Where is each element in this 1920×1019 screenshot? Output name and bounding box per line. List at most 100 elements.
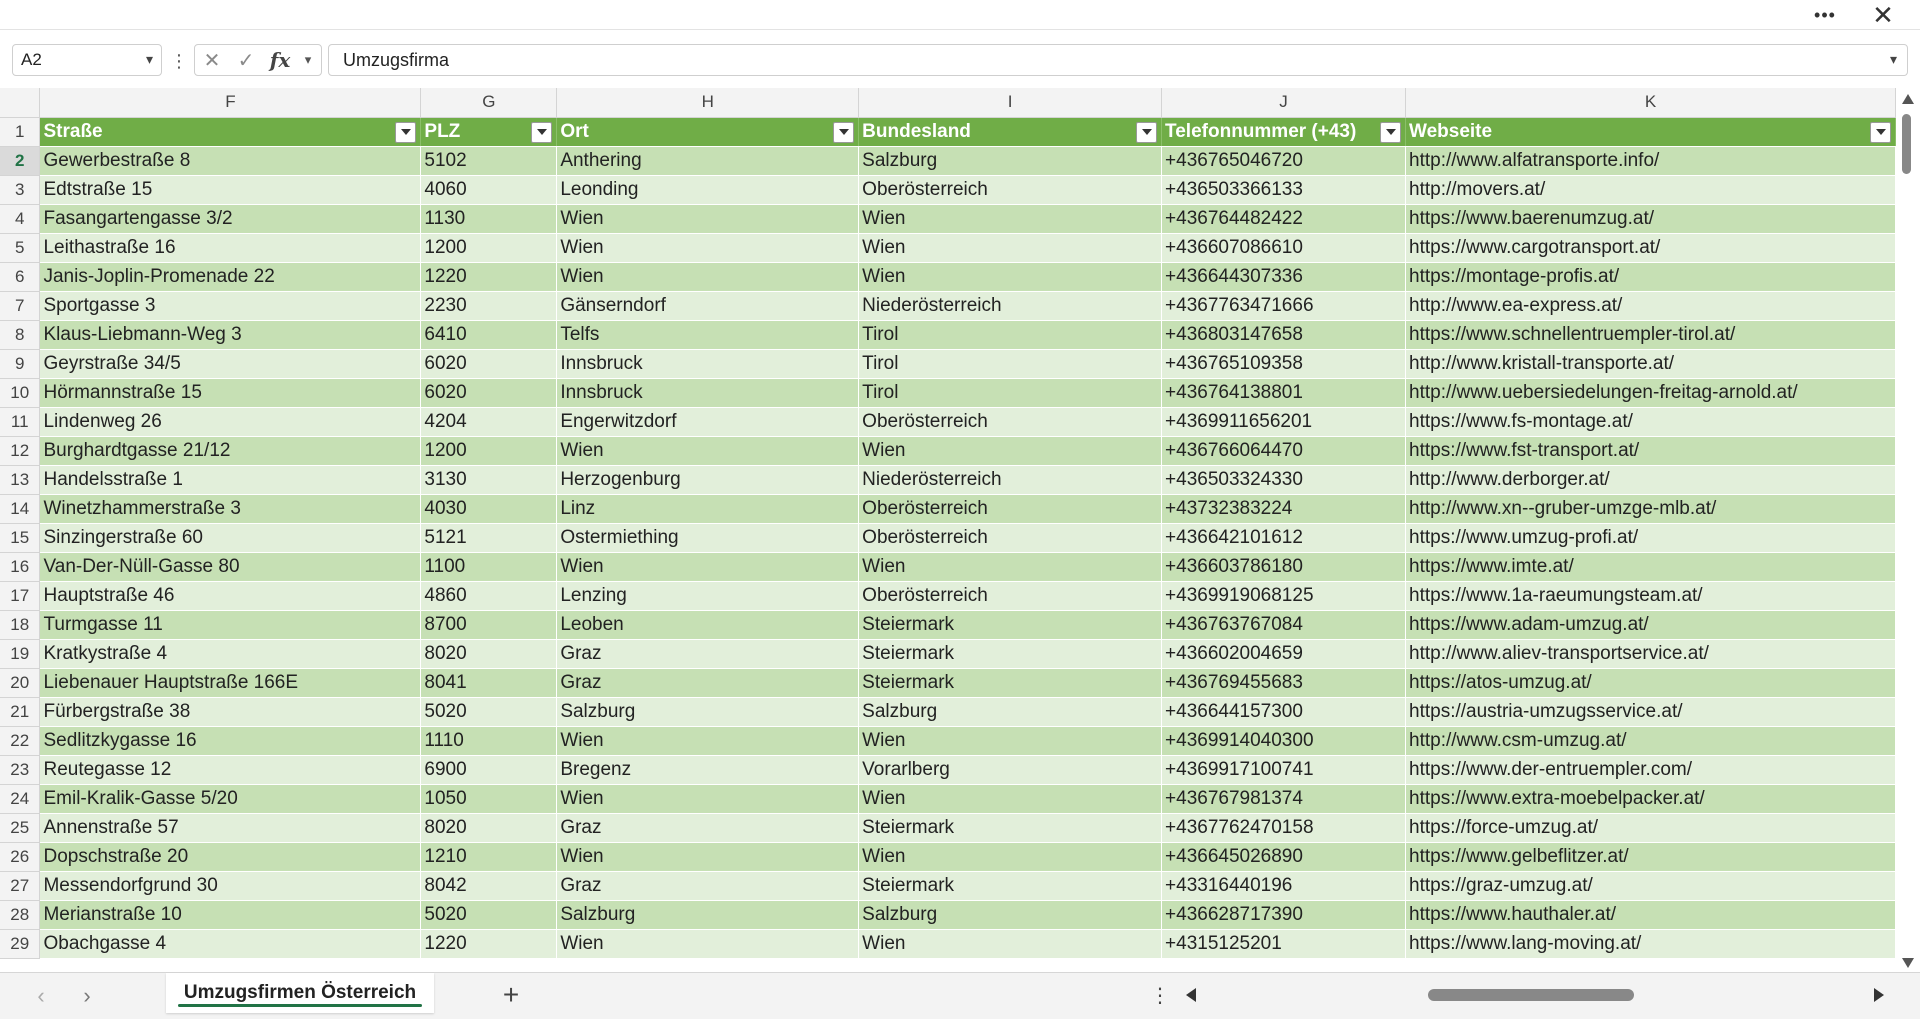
scroll-left-icon[interactable] bbox=[1186, 988, 1196, 1002]
row-number[interactable]: 28 bbox=[0, 900, 41, 930]
table-cell[interactable]: Wien bbox=[858, 784, 1163, 814]
table-cell[interactable]: Wien bbox=[556, 436, 860, 466]
table-cell[interactable]: Wien bbox=[556, 204, 860, 234]
table-cell[interactable]: Messendorfgrund 30 bbox=[39, 871, 422, 901]
table-cell[interactable]: https://www.umzug-profi.at/ bbox=[1405, 523, 1896, 553]
row-number[interactable]: 14 bbox=[0, 494, 41, 524]
table-cell[interactable]: +436628717390 bbox=[1161, 900, 1406, 930]
table-cell[interactable]: https://www.fs-montage.at/ bbox=[1405, 407, 1896, 437]
table-cell[interactable]: +436644157300 bbox=[1161, 697, 1406, 727]
table-cell[interactable]: 1220 bbox=[420, 262, 558, 292]
table-cell[interactable]: Hörmannstraße 15 bbox=[39, 378, 422, 408]
table-cell[interactable]: 1200 bbox=[420, 233, 558, 263]
table-cell[interactable]: https://atos-umzug.at/ bbox=[1405, 668, 1896, 698]
table-cell[interactable]: https://www.der-entruempler.com/ bbox=[1405, 755, 1896, 785]
table-cell[interactable]: 8042 bbox=[420, 871, 558, 901]
table-cell[interactable]: http://www.kristall-transporte.at/ bbox=[1405, 349, 1896, 379]
scroll-down-icon[interactable] bbox=[1902, 958, 1914, 968]
table-cell[interactable]: +436766064470 bbox=[1161, 436, 1406, 466]
row-number[interactable]: 15 bbox=[0, 523, 41, 553]
table-cell[interactable]: +436803147658 bbox=[1161, 320, 1406, 350]
row-number[interactable]: 1 bbox=[0, 117, 41, 147]
row-number[interactable]: 17 bbox=[0, 581, 41, 611]
add-sheet-icon[interactable]: + bbox=[496, 979, 526, 1011]
column-header[interactable]: G bbox=[420, 88, 558, 118]
table-cell[interactable]: Oberösterreich bbox=[858, 407, 1163, 437]
table-cell[interactable]: +436607086610 bbox=[1161, 233, 1406, 263]
table-cell[interactable]: Ostermiething bbox=[556, 523, 860, 553]
table-cell[interactable]: https://www.imte.at/ bbox=[1405, 552, 1896, 582]
table-cell[interactable]: Janis-Joplin-Promenade 22 bbox=[39, 262, 422, 292]
table-cell[interactable]: Annenstraße 57 bbox=[39, 813, 422, 843]
column-header[interactable]: H bbox=[556, 88, 860, 118]
table-cell[interactable]: 5102 bbox=[420, 146, 558, 176]
table-cell[interactable]: 1100 bbox=[420, 552, 558, 582]
column-header[interactable]: J bbox=[1161, 88, 1406, 118]
table-cell[interactable]: Sportgasse 3 bbox=[39, 291, 422, 321]
table-cell[interactable]: +436763767084 bbox=[1161, 610, 1406, 640]
table-header-cell[interactable]: PLZ bbox=[420, 117, 558, 147]
table-cell[interactable]: https://www.fst-transport.at/ bbox=[1405, 436, 1896, 466]
table-cell[interactable]: 8700 bbox=[420, 610, 558, 640]
table-cell[interactable]: https://www.extra-moebelpacker.at/ bbox=[1405, 784, 1896, 814]
table-cell[interactable]: Wien bbox=[556, 262, 860, 292]
table-cell[interactable]: 6900 bbox=[420, 755, 558, 785]
table-cell[interactable]: Liebenauer Hauptstraße 166E bbox=[39, 668, 422, 698]
table-header-cell[interactable]: Straße bbox=[39, 117, 422, 147]
table-header-cell[interactable]: Bundesland bbox=[858, 117, 1163, 147]
table-cell[interactable]: Steiermark bbox=[858, 639, 1163, 669]
vertical-dots-icon[interactable]: ⋮ bbox=[1150, 983, 1170, 1008]
table-cell[interactable]: Tirol bbox=[858, 320, 1163, 350]
table-header-cell[interactable]: Ort bbox=[556, 117, 860, 147]
table-cell[interactable]: 5121 bbox=[420, 523, 558, 553]
row-number[interactable]: 10 bbox=[0, 378, 41, 408]
table-cell[interactable]: +4315125201 bbox=[1161, 929, 1406, 959]
table-cell[interactable]: http://www.aliev-transportservice.at/ bbox=[1405, 639, 1896, 669]
row-number[interactable]: 18 bbox=[0, 610, 41, 640]
table-cell[interactable]: Geyrstraße 34/5 bbox=[39, 349, 422, 379]
table-cell[interactable]: Klaus-Liebmann-Weg 3 bbox=[39, 320, 422, 350]
table-cell[interactable]: Fasangartengasse 3/2 bbox=[39, 204, 422, 234]
table-cell[interactable]: 6410 bbox=[420, 320, 558, 350]
vertical-scrollbar[interactable] bbox=[1896, 92, 1920, 970]
table-cell[interactable]: Tirol bbox=[858, 349, 1163, 379]
table-cell[interactable]: Oberösterreich bbox=[858, 494, 1163, 524]
table-cell[interactable]: 1210 bbox=[420, 842, 558, 872]
table-cell[interactable]: Linz bbox=[556, 494, 860, 524]
row-number[interactable]: 20 bbox=[0, 668, 41, 698]
table-cell[interactable]: Dopschstraße 20 bbox=[39, 842, 422, 872]
table-cell[interactable]: Wien bbox=[858, 262, 1163, 292]
row-number[interactable]: 29 bbox=[0, 929, 41, 959]
row-number[interactable]: 19 bbox=[0, 639, 41, 669]
table-cell[interactable]: https://graz-umzug.at/ bbox=[1405, 871, 1896, 901]
table-header-cell[interactable]: Telefonnummer (+43) bbox=[1161, 117, 1406, 147]
table-cell[interactable]: Wien bbox=[556, 726, 860, 756]
table-cell[interactable]: 4030 bbox=[420, 494, 558, 524]
table-cell[interactable]: 4060 bbox=[420, 175, 558, 205]
row-number[interactable]: 3 bbox=[0, 175, 41, 205]
table-cell[interactable]: Salzburg bbox=[858, 146, 1163, 176]
table-cell[interactable]: Obachgasse 4 bbox=[39, 929, 422, 959]
table-cell[interactable]: Handelsstraße 1 bbox=[39, 465, 422, 495]
table-cell[interactable]: +436644307336 bbox=[1161, 262, 1406, 292]
table-header-cell[interactable]: Webseite bbox=[1405, 117, 1896, 147]
table-cell[interactable]: Niederösterreich bbox=[858, 465, 1163, 495]
row-number[interactable]: 21 bbox=[0, 697, 41, 727]
more-options-icon[interactable]: ••• bbox=[1802, 0, 1848, 30]
table-cell[interactable]: +436602004659 bbox=[1161, 639, 1406, 669]
table-cell[interactable]: https://www.adam-umzug.at/ bbox=[1405, 610, 1896, 640]
table-cell[interactable]: +4367762470158 bbox=[1161, 813, 1406, 843]
table-cell[interactable]: Vorarlberg bbox=[858, 755, 1163, 785]
table-cell[interactable]: 1050 bbox=[420, 784, 558, 814]
table-cell[interactable]: Wien bbox=[858, 436, 1163, 466]
row-number[interactable]: 4 bbox=[0, 204, 41, 234]
table-cell[interactable]: Graz bbox=[556, 871, 860, 901]
cancel-icon[interactable]: ✕ bbox=[195, 48, 229, 73]
table-cell[interactable]: +4367763471666 bbox=[1161, 291, 1406, 321]
row-number[interactable]: 6 bbox=[0, 262, 41, 292]
table-cell[interactable]: https://www.1a-raeumungsteam.at/ bbox=[1405, 581, 1896, 611]
table-cell[interactable]: Salzburg bbox=[556, 697, 860, 727]
table-cell[interactable]: Telfs bbox=[556, 320, 860, 350]
table-cell[interactable]: Niederösterreich bbox=[858, 291, 1163, 321]
table-cell[interactable]: https://www.cargotransport.at/ bbox=[1405, 233, 1896, 263]
